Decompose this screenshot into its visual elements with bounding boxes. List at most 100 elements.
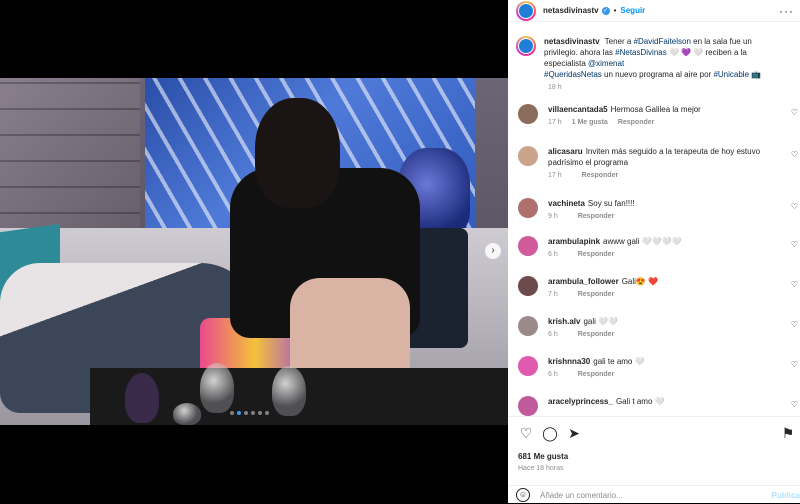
comment-text: Gali t amo 🤍 <box>615 397 665 406</box>
post-actions: ♡ ◯ ➤ ⚑ 681 Me gusta Hace 18 horas ☺ Pub… <box>508 416 800 503</box>
comment-username[interactable]: alicasaru <box>548 147 583 156</box>
likes-count[interactable]: 681 Me gusta <box>518 452 568 461</box>
heart-icon[interactable]: ♡ <box>791 240 798 249</box>
emoji-icon[interactable]: ☺ <box>516 488 530 502</box>
comment-line: aracelyprincess_ Gali t amo 🤍 <box>548 396 778 407</box>
reply-button[interactable]: Responder <box>578 213 615 220</box>
comment-icon[interactable]: ◯ <box>542 425 558 441</box>
post-header: netasdivinastv ✓ • Seguir ··· <box>508 0 800 22</box>
hashtag-link[interactable]: #QueridasNetas <box>544 70 602 79</box>
comment-meta: 9 h Responder <box>548 213 778 220</box>
comment-text: Soy su fan!!!! <box>587 199 635 208</box>
caption-time: 18 h <box>548 84 562 91</box>
reply-button[interactable]: Responder <box>618 119 655 126</box>
comment-time: 6 h <box>548 251 558 258</box>
heart-icon[interactable]: ♡ <box>791 320 798 329</box>
reply-button[interactable]: Responder <box>578 331 615 338</box>
avatar[interactable] <box>518 276 538 296</box>
avatar[interactable] <box>516 36 536 56</box>
comment-username[interactable]: krish.alv <box>548 317 580 326</box>
hashtag-link[interactable]: #Unicable <box>713 70 749 79</box>
save-icon[interactable]: ⚑ <box>780 425 796 441</box>
follow-button[interactable]: Seguir <box>620 6 645 15</box>
more-options-icon[interactable]: ··· <box>779 4 794 18</box>
comment-text: Hermosa Galilea la mejor <box>610 105 701 114</box>
hashtag-link[interactable]: #DavidFaitelson <box>634 37 691 46</box>
comment-item: krishnna30 gali te amo 🤍 6 h Responder ♡ <box>518 356 798 378</box>
candle-holder <box>125 373 159 423</box>
comment-body: alicasaru Inviten más seguido a la terape… <box>548 146 778 179</box>
add-comment-row: ☺ Publica <box>508 485 800 504</box>
reply-button[interactable]: Responder <box>582 172 619 179</box>
avatar[interactable] <box>518 316 538 336</box>
comment-username[interactable]: villaencantada5 <box>548 105 608 114</box>
header-username[interactable]: netasdivinastv <box>543 6 599 15</box>
publish-button[interactable]: Publica <box>772 491 800 500</box>
comment-username[interactable]: krishnna30 <box>548 357 590 366</box>
reply-button[interactable]: Responder <box>578 371 615 378</box>
comments-scroll[interactable]: netasdivinastv Tener a #DavidFaitelson e… <box>508 22 800 416</box>
media-area: › <box>0 0 508 503</box>
comment-line: villaencantada5 Hermosa Galilea la mejor <box>548 104 778 115</box>
comment-line: arambulapink awww gali 🤍🤍🤍🤍 <box>548 236 778 247</box>
caption-username[interactable]: netasdivinastv <box>544 37 600 46</box>
carousel-dot[interactable] <box>237 411 241 415</box>
posted-time: Hace 18 horas <box>518 465 564 472</box>
carousel-dots <box>230 411 269 415</box>
avatar[interactable] <box>516 0 536 21</box>
reply-button[interactable]: Responder <box>578 291 615 298</box>
avatar[interactable] <box>518 396 538 416</box>
add-comment-input[interactable] <box>540 490 740 500</box>
heart-icon[interactable]: ♡ <box>791 108 798 117</box>
avatar[interactable] <box>518 146 538 166</box>
comment-line: alicasaru Inviten más seguido a la terape… <box>548 146 778 168</box>
comment-meta: 17 h Responder <box>548 172 778 179</box>
avatar[interactable] <box>518 198 538 218</box>
carousel-dot[interactable] <box>265 411 269 415</box>
caption-text-part: Tener a <box>604 37 634 46</box>
heart-icon[interactable]: ♡ <box>791 150 798 159</box>
comment-username[interactable]: aracelyprincess_ <box>548 397 613 406</box>
comment-body: aracelyprincess_ Gali t amo 🤍 <box>548 396 778 416</box>
caption-text-part: 📺 <box>749 70 762 79</box>
post-photo[interactable] <box>0 78 508 425</box>
comment-item: vachineta Soy su fan!!!! 9 h Responder ♡ <box>518 198 798 220</box>
heart-icon[interactable]: ♡ <box>791 360 798 369</box>
comment-text: gali 🤍🤍 <box>583 317 619 326</box>
comment-username[interactable]: vachineta <box>548 199 585 208</box>
reply-button[interactable]: Responder <box>578 251 615 258</box>
avatar[interactable] <box>518 236 538 256</box>
comment-time: 6 h <box>548 331 558 338</box>
comment-username[interactable]: arambulapink <box>548 237 600 246</box>
heart-icon[interactable]: ♡ <box>791 400 798 409</box>
heart-icon[interactable]: ♡ <box>791 280 798 289</box>
comment-line: krish.alv gali 🤍🤍 <box>548 316 778 327</box>
comment-likes[interactable]: 1 Me gusta <box>572 119 608 126</box>
mention-link[interactable]: @ximenat <box>588 59 624 68</box>
share-icon[interactable]: ➤ <box>566 425 582 441</box>
comment-item: villaencantada5 Hermosa Galilea la mejor 1… <box>518 104 798 126</box>
comment-body: vachineta Soy su fan!!!! 9 h Responder <box>548 198 778 220</box>
carousel-dot[interactable] <box>251 411 255 415</box>
carousel-dot[interactable] <box>230 411 234 415</box>
comment-time: 9 h <box>548 213 558 220</box>
heart-icon[interactable]: ♡ <box>791 202 798 211</box>
chevron-right-icon[interactable]: › <box>485 243 501 259</box>
comment-text: gali te amo 🤍 <box>593 357 645 366</box>
carousel-dot[interactable] <box>258 411 262 415</box>
comment-body: krish.alv gali 🤍🤍 6 h Responder <box>548 316 778 338</box>
glass <box>200 363 234 413</box>
comment-item: alicasaru Inviten más seguido a la terape… <box>518 146 798 179</box>
comment-meta: 6 h Responder <box>548 251 778 258</box>
avatar[interactable] <box>518 104 538 124</box>
carousel-dot[interactable] <box>244 411 248 415</box>
hashtag-link[interactable]: #NetasDivinas <box>615 48 667 57</box>
comment-username[interactable]: arambula_follower <box>548 277 619 286</box>
post-side-panel: netasdivinastv ✓ • Seguir ··· netasdivin… <box>508 0 800 503</box>
heart-icon[interactable]: ♡ <box>518 425 534 441</box>
comment-item: arambula_follower Gali😍 ❤️ 7 h Responder ♡ <box>518 276 798 298</box>
comment-body: krishnna30 gali te amo 🤍 6 h Responder <box>548 356 778 378</box>
avatar[interactable] <box>518 356 538 376</box>
person-hugging-hair <box>255 98 340 208</box>
comment-line: krishnna30 gali te amo 🤍 <box>548 356 778 367</box>
